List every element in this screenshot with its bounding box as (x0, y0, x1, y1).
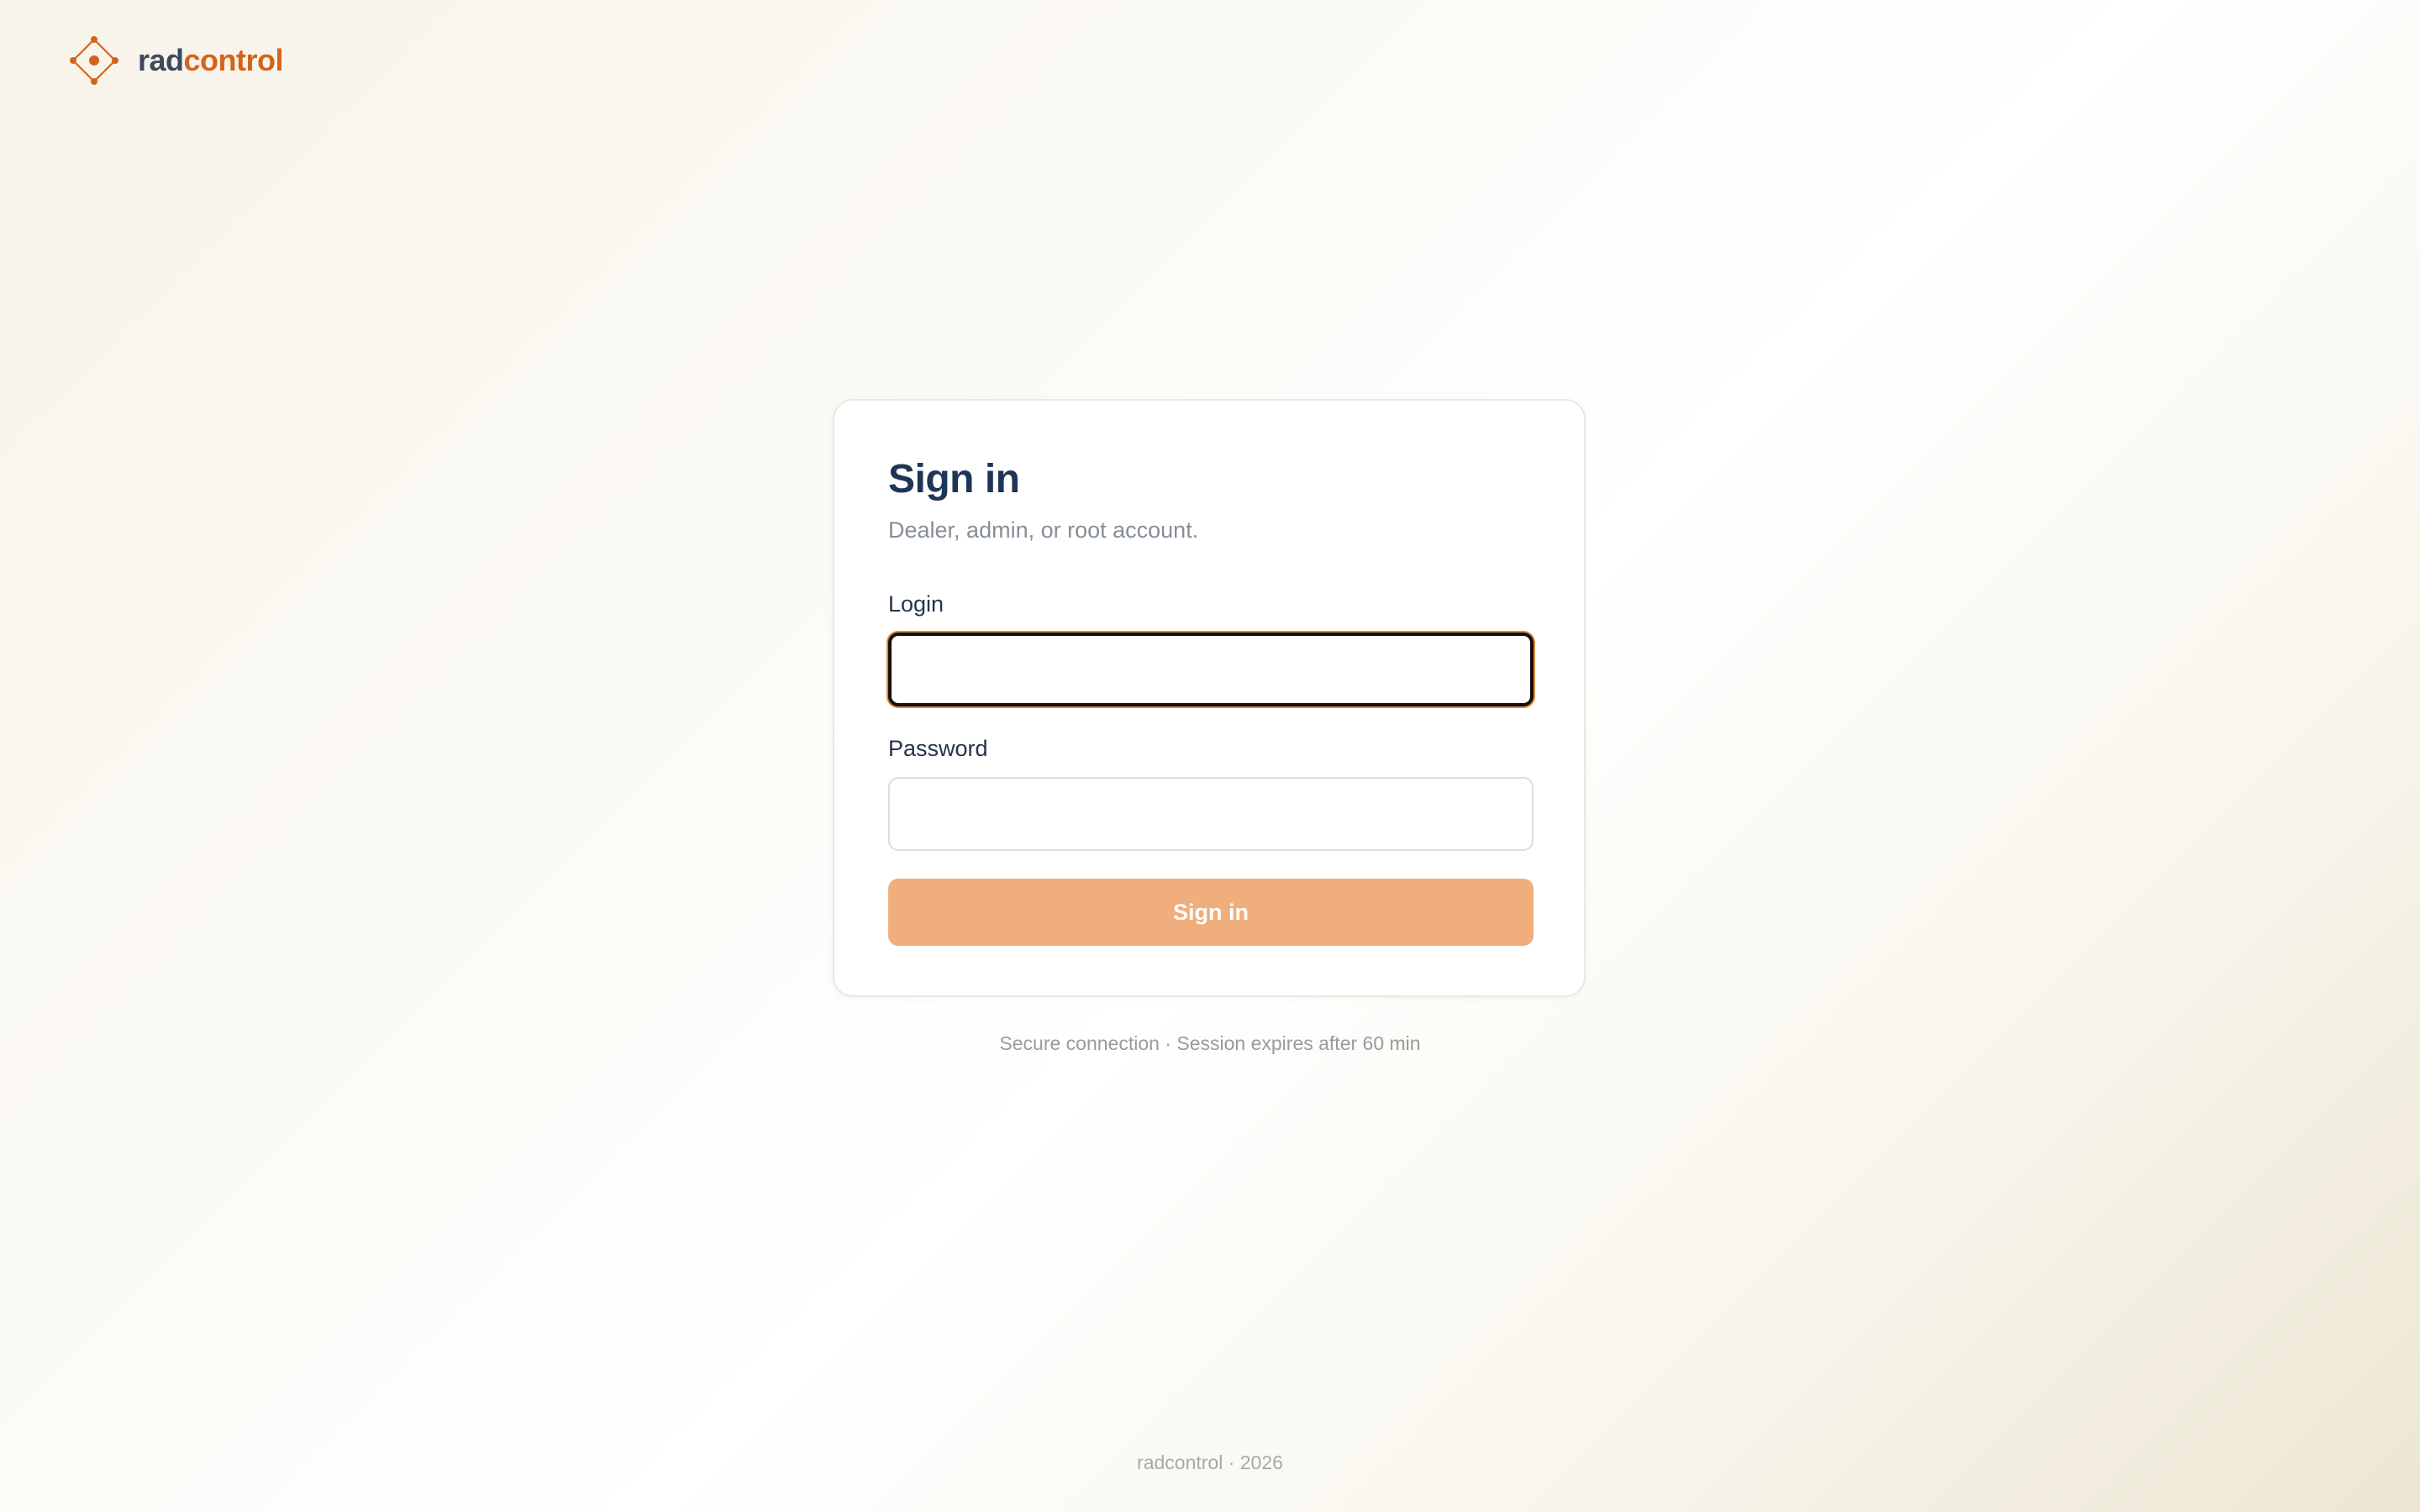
secure-connection-note: Secure connection · Session expires afte… (999, 1032, 1421, 1054)
brand-name-part1: rad (138, 43, 184, 77)
footer-copyright: radcontrol · 2026 (1137, 1452, 1283, 1473)
login-label: Login (888, 591, 944, 617)
page-title: Sign in (888, 457, 1020, 501)
sign-in-button[interactable]: Sign in (888, 879, 1534, 946)
login-input[interactable] (888, 633, 1534, 706)
password-label: Password (888, 736, 988, 761)
brand-wordmark: radcontrol (138, 43, 284, 77)
login-subtitle: Dealer, admin, or root account. (888, 517, 1199, 543)
brand-logo: radcontrol (67, 34, 284, 87)
brand-name-part2: control (183, 43, 284, 77)
login-card: Sign in Dealer, admin, or root account. … (833, 399, 1586, 997)
password-input[interactable] (888, 777, 1534, 851)
diamond-nodes-icon (70, 36, 118, 85)
